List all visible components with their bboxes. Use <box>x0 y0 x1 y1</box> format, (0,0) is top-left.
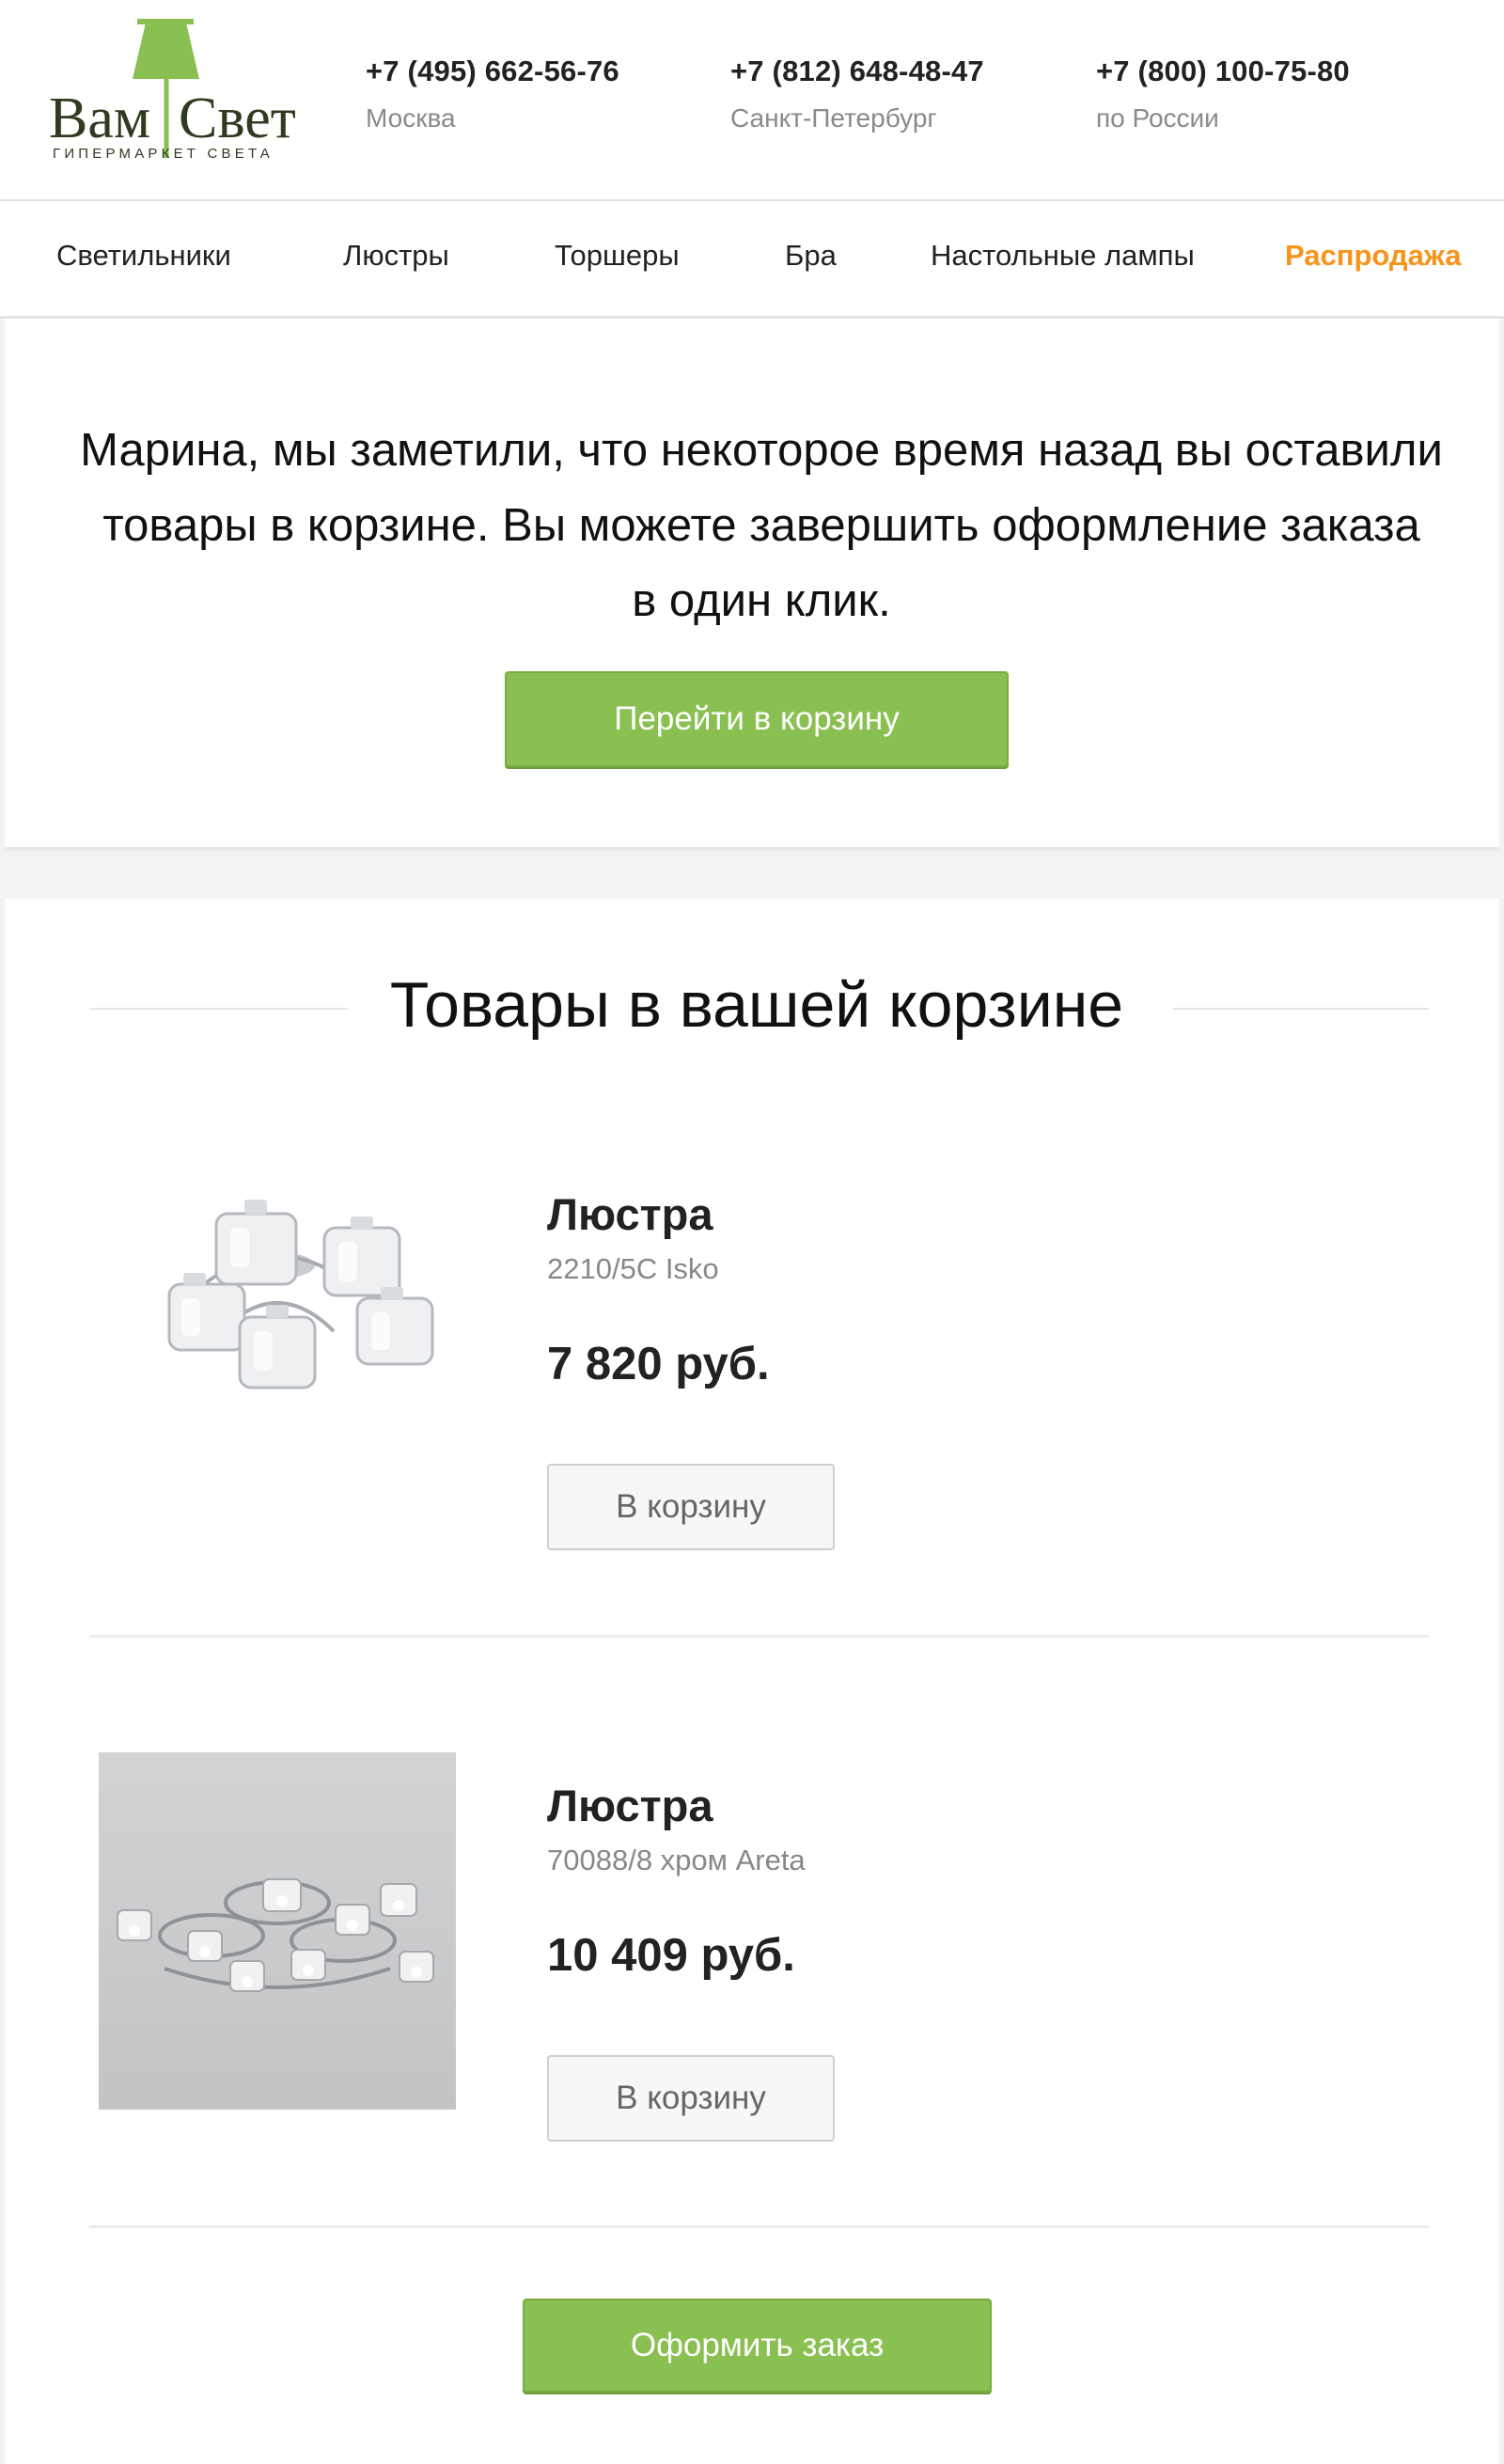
product-name[interactable]: Люстра <box>547 1780 713 1831</box>
phone-city: Москва <box>366 103 456 133</box>
nav-item-sale[interactable]: Распродажа <box>1285 239 1461 273</box>
lamp-logo-icon: Вам Свет ГИПЕРМАРКЕТ СВЕТА <box>49 19 296 162</box>
checkout-button[interactable]: Оформить заказ <box>523 2299 992 2393</box>
product-sku: 70088/8 хром Areta <box>547 1844 806 1876</box>
add-to-cart-button[interactable]: В корзину <box>547 1464 835 1550</box>
product-image-2 <box>99 1752 456 2110</box>
nav-item-torshery[interactable]: Торшеры <box>555 239 680 273</box>
vamsvet-logo[interactable]: Вам Свет ГИПЕРМАРКЕТ СВЕТА <box>47 17 329 167</box>
product-price: 10 409 руб. <box>547 1930 795 1981</box>
phone-moscow: +7 (495) 662-56-76 Москва <box>366 55 619 133</box>
intro-message: Марина, мы заметили, что некоторое время… <box>42 413 1480 638</box>
phone-number[interactable]: +7 (495) 662-56-76 <box>366 55 619 88</box>
nav-item-table-lamps[interactable]: Настольные лампы <box>931 239 1195 273</box>
intro-card: Марина, мы заметили, что некоторое время… <box>5 319 1499 851</box>
phone-russia: +7 (800) 100-75-80 по России <box>1096 55 1350 133</box>
nav-item-lyustry[interactable]: Люстры <box>343 239 449 273</box>
phone-city: Санкт-Петербург <box>730 103 937 133</box>
logo-text-left: Вам <box>49 86 150 150</box>
nav-item-bra[interactable]: Бра <box>785 239 837 273</box>
cart-title: Товары в вашей корзине <box>389 969 1124 1041</box>
product-image-1 <box>99 1106 456 1463</box>
email-page: Вам Свет ГИПЕРМАРКЕТ СВЕТА +7 (495) 662-… <box>0 0 1504 2464</box>
product-sku: 2210/5C Isko <box>547 1252 719 1285</box>
chandelier-chrome-rings-image[interactable] <box>99 1752 456 2110</box>
product-price: 7 820 руб. <box>547 1339 770 1389</box>
product-divider <box>89 1635 1429 1638</box>
intro-line: в один клик. <box>632 575 891 626</box>
intro-line: Марина, мы заметили, что некоторое время… <box>80 425 1443 476</box>
product-divider <box>89 2225 1429 2228</box>
header: Вам Свет ГИПЕРМАРКЕТ СВЕТА +7 (495) 662-… <box>0 0 1504 201</box>
phone-city: по России <box>1096 103 1219 133</box>
category-nav: Светильники Люстры Торшеры Бра Настольны… <box>0 201 1504 319</box>
chandelier-glass-shades-image[interactable] <box>99 1106 456 1463</box>
product-name[interactable]: Люстра <box>547 1188 713 1240</box>
logo-text-right: Свет <box>179 86 296 150</box>
logo-tagline: ГИПЕРМАРКЕТ СВЕТА <box>53 146 274 162</box>
phone-number[interactable]: +7 (800) 100-75-80 <box>1096 55 1350 88</box>
phone-number[interactable]: +7 (812) 648-48-47 <box>730 55 984 88</box>
go-to-cart-button[interactable]: Перейти в корзину <box>505 671 1009 767</box>
intro-line: товары в корзине. Вы можете завершить оф… <box>102 500 1420 551</box>
nav-item-svetilniki[interactable]: Светильники <box>56 239 231 273</box>
cart-card: Товары в вашей корзине Люстра 2210/5C Is… <box>5 899 1499 2464</box>
phone-spb: +7 (812) 648-48-47 Санкт-Петербург <box>730 55 984 133</box>
add-to-cart-button[interactable]: В корзину <box>547 2055 835 2142</box>
